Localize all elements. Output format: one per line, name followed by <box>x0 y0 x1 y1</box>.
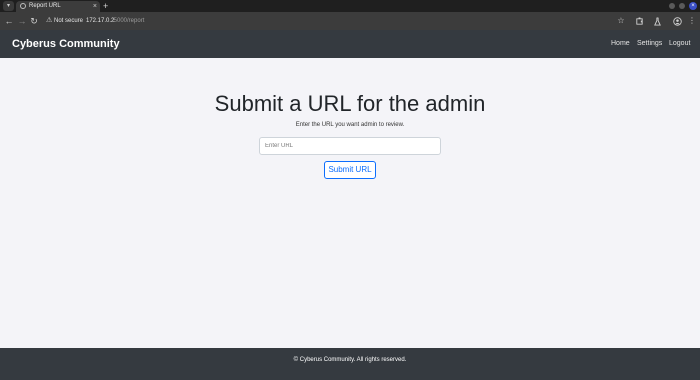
globe-icon <box>20 3 26 9</box>
tab-list-button[interactable]: ▾ <box>3 1 14 11</box>
site-footer: © Cyberus Community. All rights reserved… <box>0 348 700 380</box>
warning-icon: ⚠ <box>46 17 53 24</box>
maximize-window-icon[interactable] <box>679 3 685 9</box>
url-path: :5000/report <box>112 18 145 24</box>
url-host: 172.17.0.2 <box>86 18 115 24</box>
nav-link-settings[interactable]: Settings <box>637 30 662 58</box>
url-input[interactable] <box>259 137 441 155</box>
page-title: Submit a URL for the admin <box>214 91 486 116</box>
nav-link-logout[interactable]: Logout <box>669 30 690 58</box>
footer-copyright: © Cyberus Community. All rights reserved… <box>293 357 407 363</box>
browser-tab[interactable]: Report URL × <box>16 1 100 12</box>
profile-icon[interactable] <box>671 15 683 27</box>
puzzle-icon[interactable] <box>633 15 645 27</box>
main-content: Submit a URL for the admin Enter the URL… <box>0 58 700 348</box>
security-status[interactable]: Not secure <box>54 16 83 26</box>
submit-url-button[interactable]: Submit URL <box>324 161 376 179</box>
new-tab-button[interactable]: + <box>103 0 108 12</box>
site-brand[interactable]: Cyberus Community <box>12 30 120 58</box>
back-arrow-icon[interactable]: ← <box>3 15 15 27</box>
close-window-icon[interactable]: × <box>689 2 697 10</box>
browser-toolbar: ← → ↻ ⚠ Not secure 172.17.0.2 :5000/repo… <box>0 12 700 30</box>
minimize-window-icon[interactable] <box>669 3 675 9</box>
star-icon[interactable]: ☆ <box>615 15 627 27</box>
flask-icon[interactable] <box>651 15 663 27</box>
reload-icon[interactable]: ↻ <box>28 15 40 27</box>
tab-title: Report URL <box>29 3 61 9</box>
kebab-menu-icon[interactable]: ⋮ <box>686 15 698 27</box>
tab-close-icon[interactable]: × <box>93 2 97 11</box>
address-bar[interactable]: ⚠ Not secure 172.17.0.2 :5000/report <box>42 15 602 27</box>
forward-arrow-icon[interactable]: → <box>16 15 28 27</box>
page-subtitle: Enter the URL you want admin to review. <box>295 122 405 128</box>
nav-link-home[interactable]: Home <box>611 30 630 58</box>
browser-tab-bar: ▾ Report URL × + × <box>0 0 700 12</box>
site-navbar: Cyberus Community Home Settings Logout <box>0 30 700 58</box>
